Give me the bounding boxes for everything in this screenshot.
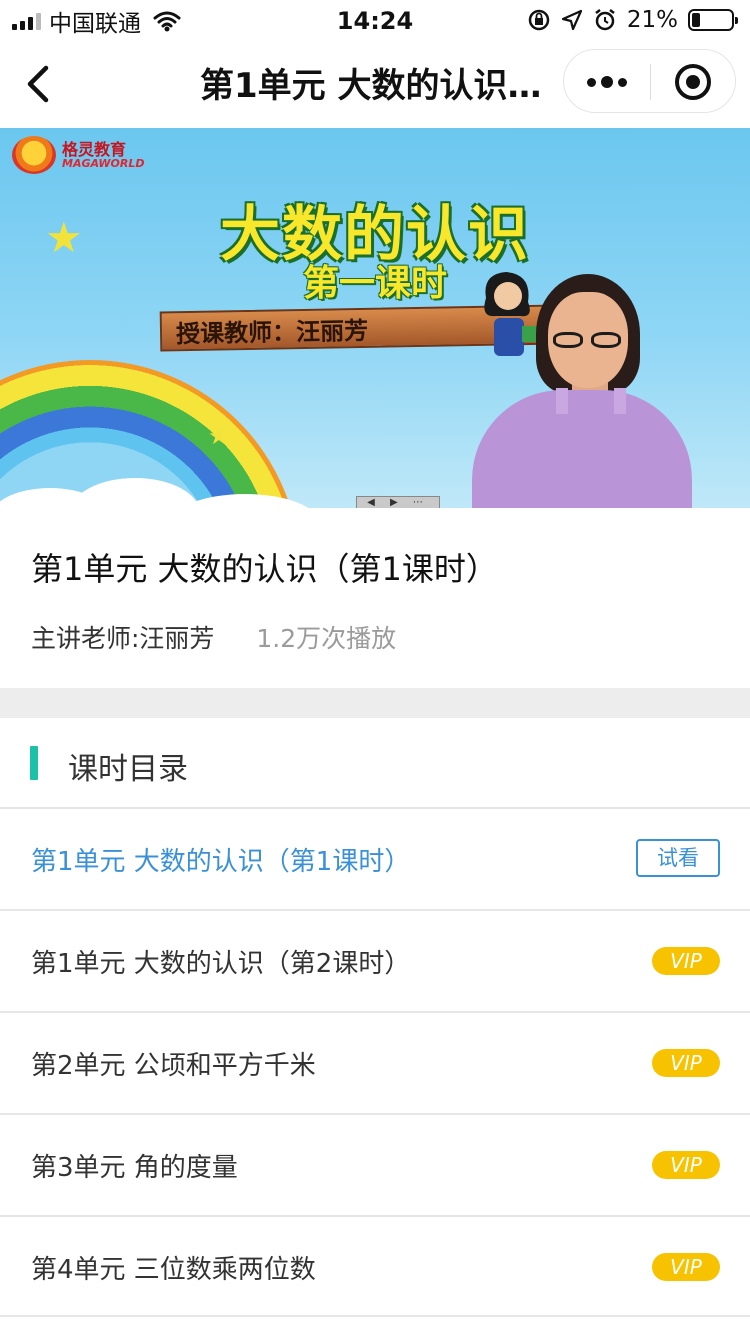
vip-badge: VIP — [652, 1253, 720, 1281]
navigation-bar: 第1单元 大数的认识（第1课时） — [0, 40, 750, 128]
alarm-icon — [595, 9, 615, 31]
lesson-item[interactable]: 第1单元 大数的认识（第2课时） VIP — [0, 909, 750, 1011]
target-close-icon[interactable] — [675, 64, 711, 100]
lesson-catalog-header: 课时目录 — [0, 718, 750, 807]
clouds-graphic — [0, 458, 350, 508]
lesson-title: 第2单元 公顷和平方千米 — [31, 1051, 316, 1081]
vip-badge: VIP — [652, 1151, 720, 1179]
star-icon: ★ — [208, 422, 230, 450]
battery-icon — [688, 9, 738, 31]
lesson-title: 第1单元 大数的认识（第1课时） — [31, 847, 411, 877]
video-brand-logo: 格灵教育 MAGAWORLD — [12, 136, 145, 174]
status-bar: 中国联通 14:24 21% — [0, 0, 750, 40]
lesson-title: 第1单元 大数的认识（第2课时） — [31, 949, 411, 979]
lesson-list: 第1单元 大数的认识（第1课时） 试看 第1单元 大数的认识（第2课时） VIP… — [0, 807, 750, 1317]
teacher-label: 主讲老师:汪丽芳 — [31, 624, 215, 653]
page-title: 第1单元 大数的认识（第1课时） — [200, 66, 550, 106]
lion-logo-icon — [12, 136, 56, 174]
battery-level-fill — [692, 13, 700, 27]
teacher-glasses — [553, 332, 623, 348]
play-count: 1.2万次播放 — [256, 624, 397, 653]
more-dots-icon[interactable] — [582, 62, 632, 102]
capsule-divider — [650, 64, 651, 100]
star-icon: ★ — [45, 213, 83, 262]
orientation-lock-icon — [528, 9, 550, 31]
lesson-item[interactable]: 第2单元 公顷和平方千米 VIP — [0, 1011, 750, 1113]
mini-program-capsule — [563, 49, 736, 113]
video-subtitle-text: 第一课时 — [302, 263, 447, 304]
trial-button[interactable]: 试看 — [636, 839, 720, 877]
lesson-title: 第3单元 角的度量 — [31, 1153, 238, 1183]
chevron-left-icon[interactable] — [18, 62, 58, 106]
logo-cn-text: 格灵教育 — [62, 139, 127, 159]
section-divider — [0, 688, 750, 718]
lesson-item[interactable]: 第4单元 三位数乘两位数 VIP — [0, 1215, 750, 1317]
location-arrow-icon — [561, 9, 582, 31]
section-title: 课时目录 — [68, 752, 188, 787]
logo-en-text: MAGAWORLD — [62, 156, 145, 170]
lesson-title: 第4单元 三位数乘两位数 — [31, 1255, 316, 1285]
course-title: 第1单元 大数的认识（第1课时） — [31, 550, 498, 588]
section-accent-bar — [30, 746, 38, 780]
battery-percent: 21% — [626, 7, 678, 33]
video-mini-controls[interactable]: ◀ ▶ ⋯ — [356, 496, 440, 508]
vip-badge: VIP — [652, 947, 720, 975]
lesson-item[interactable]: 第3单元 角的度量 VIP — [0, 1113, 750, 1215]
course-meta: 主讲老师:汪丽芳 1.2万次播放 — [31, 619, 396, 655]
status-right: 21% — [527, 7, 738, 33]
video-player[interactable]: 格灵教育 MAGAWORLD ★ ★ 大数的认识 第一课时 授课教师：汪丽芳 ◀… — [0, 128, 750, 508]
teacher-board-text: 授课教师：汪丽芳 — [175, 316, 369, 349]
teacher-collar — [556, 388, 626, 414]
lesson-item[interactable]: 第1单元 大数的认识（第1课时） 试看 — [0, 807, 750, 909]
vip-badge: VIP — [652, 1049, 720, 1077]
